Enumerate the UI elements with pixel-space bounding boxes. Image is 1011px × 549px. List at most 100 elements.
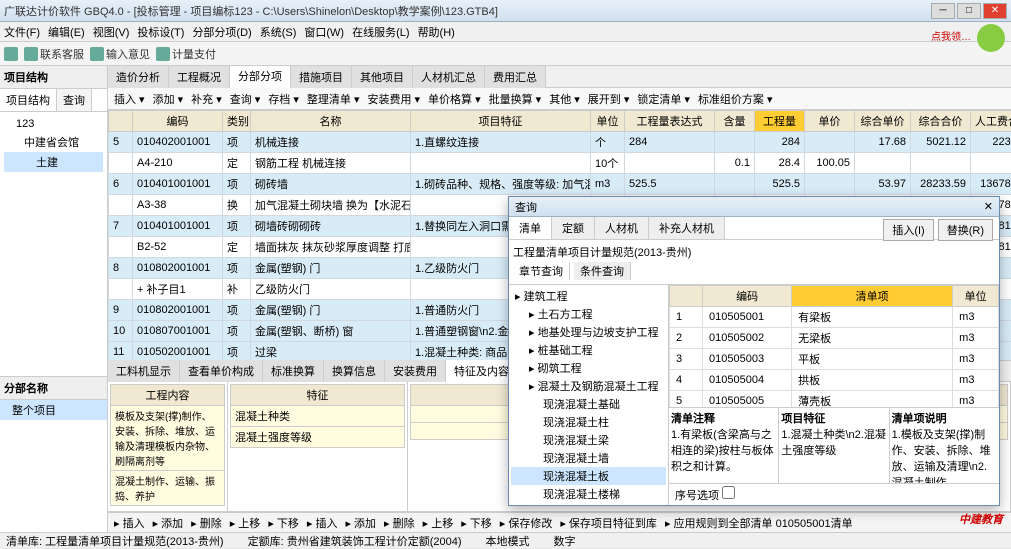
toolbar-item[interactable]: 计量支付: [156, 46, 216, 62]
main-tab[interactable]: 造价分析: [108, 66, 169, 88]
action-item[interactable]: ▸ 添加: [153, 515, 184, 531]
action-item[interactable]: ▸ 上移: [230, 515, 261, 531]
dialog-tree-item[interactable]: ▸ 砌筑工程: [511, 359, 666, 377]
subtoolbar-item[interactable]: 补充 ▾: [191, 91, 222, 107]
dialog-tab[interactable]: 补充人材机: [649, 217, 725, 239]
grid-header[interactable]: 人工费合价: [971, 111, 1011, 132]
grid-header[interactable]: [109, 111, 133, 132]
action-item[interactable]: ▸ 保存修改: [500, 515, 553, 531]
dialog-tree-item[interactable]: 现浇混凝土楼梯: [511, 485, 666, 503]
dialog-grid-row[interactable]: 5010505005薄壳板m3: [670, 391, 999, 408]
subtoolbar-item[interactable]: 单价格算 ▾: [428, 91, 481, 107]
action-item[interactable]: ▸ 下移: [268, 515, 299, 531]
dialog-grid-row[interactable]: 4010505004拱板m3: [670, 370, 999, 391]
menu-item[interactable]: 文件(F): [4, 24, 40, 40]
dialog-grid[interactable]: 编码清单项单位1010505001有梁板m32010505002无梁板m3301…: [669, 285, 999, 407]
dialog-insert-button[interactable]: 插入(I): [883, 219, 933, 241]
dialog-grid-header[interactable]: [670, 286, 703, 307]
action-item[interactable]: ▸ 下移: [461, 515, 492, 531]
grid-row[interactable]: 5010402001001项机械连接1.直螺纹连接个28428417.68502…: [109, 132, 1011, 153]
menu-item[interactable]: 系统(S): [260, 24, 297, 40]
tree-item[interactable]: 土建: [4, 152, 103, 172]
subtoolbar-item[interactable]: 锁定清单 ▾: [637, 91, 690, 107]
grid-header[interactable]: 工程量表达式: [625, 111, 715, 132]
dialog-tree-item[interactable]: 现浇混凝土梁: [511, 431, 666, 449]
dialog-grid-header[interactable]: 清单项: [792, 286, 953, 307]
dialog-tree-item[interactable]: ▸ 建筑工程: [511, 287, 666, 305]
grid-header[interactable]: 编码: [133, 111, 223, 132]
menu-item[interactable]: 投标设(T): [137, 24, 184, 40]
left-bottom-item[interactable]: 整个项目: [0, 400, 107, 420]
dialog-tree-item[interactable]: 现浇混凝土基础: [511, 395, 666, 413]
dialog-tree-item[interactable]: ▸ 桩基础工程: [511, 341, 666, 359]
action-item[interactable]: ▸ 删除: [191, 515, 222, 531]
action-item[interactable]: ▸ 保存项目特征到库: [560, 515, 657, 531]
action-item[interactable]: ▸ 插入: [307, 515, 338, 531]
dialog-tree-item[interactable]: 现浇混凝土墙: [511, 449, 666, 467]
main-tab[interactable]: 人材机汇总: [413, 66, 485, 88]
dialog-search-tab[interactable]: 条件查询: [574, 262, 631, 280]
menu-item[interactable]: 在线服务(L): [352, 24, 409, 40]
action-item[interactable]: ▸ 上移: [423, 515, 454, 531]
toolbar-item[interactable]: 输入意见: [90, 46, 150, 62]
grid-header[interactable]: 名称: [251, 111, 411, 132]
tree-item[interactable]: 中建省会馆: [4, 132, 103, 152]
subtoolbar-item[interactable]: 其他 ▾: [549, 91, 580, 107]
bp-cell[interactable]: 混凝土制作、运输、振捣、养护: [110, 470, 225, 506]
action-item[interactable]: ▸ 应用规则到全部清单 010505001清单: [665, 515, 853, 531]
grid-header[interactable]: 单价: [805, 111, 855, 132]
dialog-tree-item[interactable]: ▸ 地基处理与边坡支护工程: [511, 323, 666, 341]
subtoolbar-item[interactable]: 标准组价方案 ▾: [698, 91, 773, 107]
bottom-tab[interactable]: 换算信息: [324, 360, 385, 382]
action-item[interactable]: ▸ 插入: [114, 515, 145, 531]
dialog-tree-item[interactable]: 现浇混凝土其他构件: [511, 503, 666, 505]
menu-item[interactable]: 分部分项(D): [192, 24, 251, 40]
main-tab[interactable]: 费用汇总: [485, 66, 546, 88]
subtoolbar-item[interactable]: 查询 ▾: [230, 91, 261, 107]
toolbar-item[interactable]: 联系客服: [24, 46, 84, 62]
left-tab-query[interactable]: 查询: [57, 89, 92, 111]
grid-header[interactable]: 综合合价: [911, 111, 971, 132]
dialog-grid-row[interactable]: 1010505001有梁板m3: [670, 307, 999, 328]
menu-item[interactable]: 窗口(W): [304, 24, 344, 40]
dialog-tree-item[interactable]: 现浇混凝土板: [511, 467, 666, 485]
menu-item[interactable]: 帮助(H): [418, 24, 455, 40]
menu-item[interactable]: 视图(V): [93, 24, 130, 40]
close-button[interactable]: ✕: [983, 3, 1007, 19]
dialog-tree[interactable]: ▸ 建筑工程▸ 土石方工程▸ 地基处理与边坡支护工程▸ 桩基础工程▸ 砌筑工程▸…: [509, 285, 669, 505]
dialog-tab[interactable]: 定额: [552, 217, 595, 239]
bottom-tab[interactable]: 工料机显示: [108, 360, 180, 382]
bp-cell[interactable]: 混凝土强度等级: [230, 426, 405, 448]
dialog-search-tab[interactable]: 章节查询: [513, 262, 570, 280]
subtoolbar-item[interactable]: 插入 ▾: [114, 91, 145, 107]
dialog-tree-item[interactable]: ▸ 土石方工程: [511, 305, 666, 323]
action-item[interactable]: ▸ 添加: [345, 515, 376, 531]
grid-header[interactable]: 含量: [715, 111, 755, 132]
main-tab[interactable]: 措施项目: [291, 66, 352, 88]
minimize-button[interactable]: ─: [931, 3, 955, 19]
main-tab[interactable]: 分部分项: [230, 66, 291, 88]
dialog-grid-header[interactable]: 编码: [703, 286, 792, 307]
subtoolbar-item[interactable]: 展开到 ▾: [588, 91, 630, 107]
grid-header[interactable]: 项目特征: [411, 111, 591, 132]
subtoolbar-item[interactable]: 批量换算 ▾: [489, 91, 542, 107]
dialog-tree-item[interactable]: 现浇混凝土柱: [511, 413, 666, 431]
tree-item[interactable]: 123: [4, 116, 103, 132]
left-tab-struct[interactable]: 项目结构: [0, 89, 57, 111]
grid-row[interactable]: A4-210定钢筋工程 机械连接10个0.128.4100.05: [109, 153, 1011, 174]
subtoolbar-item[interactable]: 安装费用 ▾: [367, 91, 420, 107]
bottom-tab[interactable]: 安装费用: [385, 360, 446, 382]
bottom-tab[interactable]: 查看单价构成: [180, 360, 263, 382]
grid-header[interactable]: 单位: [591, 111, 625, 132]
dialog-grid-row[interactable]: 3010505003平板m3: [670, 349, 999, 370]
subtoolbar-item[interactable]: 整理清单 ▾: [307, 91, 360, 107]
bp-cell[interactable]: 模板及支架(撑)制作、安装、拆除、堆放、运输及清理模板内杂物、刷隔离剂等: [110, 405, 225, 471]
dialog-tree-item[interactable]: ▸ 混凝土及钢筋混凝土工程: [511, 377, 666, 395]
bp-cell[interactable]: 混凝土种类: [230, 405, 405, 427]
dialog-tab[interactable]: 清单: [509, 217, 552, 239]
dialog-grid-row[interactable]: 2010505002无梁板m3: [670, 328, 999, 349]
main-tab[interactable]: 其他项目: [352, 66, 413, 88]
dialog-replace-button[interactable]: 替换(R): [938, 219, 993, 241]
dialog-grid-header[interactable]: 单位: [953, 286, 999, 307]
grid-row[interactable]: 6010401001001项砌砖墙1.砌砖品种、规格、强度等级: 加气混凝土砌块…: [109, 174, 1011, 195]
